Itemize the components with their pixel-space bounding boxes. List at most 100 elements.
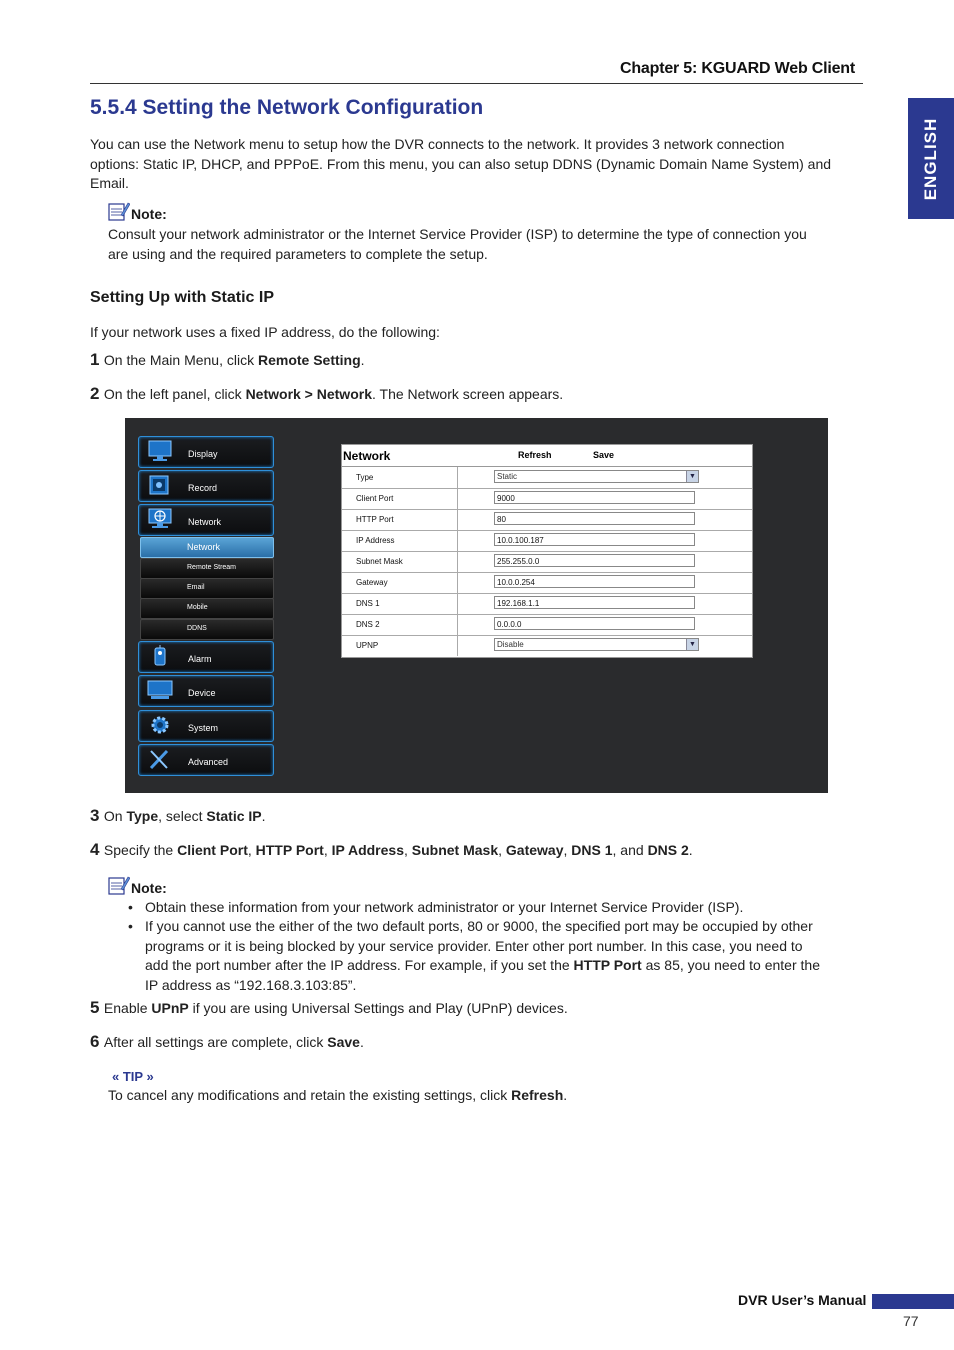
gateway-row: Gateway 10.0.0.254 [342, 572, 752, 594]
note-2-b2-line-3-post: as 85, you need to enter the [641, 957, 820, 973]
step-1-number: 1 [90, 350, 100, 369]
subheading: Setting Up with Static IP [90, 289, 275, 306]
subnet-mask-input[interactable]: 255.255.0.0 [494, 554, 695, 567]
step-4-client-port: Client Port [177, 842, 248, 858]
ip-address-label: IP Address [356, 536, 395, 545]
step-4-text: Specify the [103, 842, 178, 858]
client-port-input[interactable]: 9000 [494, 491, 695, 504]
step-4-dns1: DNS 1 [571, 842, 613, 858]
note-2-bullet-1-text: Obtain these information from your netwo… [145, 899, 744, 915]
step-4-sep: , [498, 842, 506, 858]
language-tab: ENGLISH [908, 98, 954, 219]
row-divider [457, 593, 458, 614]
tip-text-bold: Refresh [511, 1087, 564, 1103]
row-divider [457, 467, 458, 488]
step-2: 2 On the left panel, click Network > Net… [90, 384, 563, 404]
upnp-label: UPNP [356, 641, 379, 650]
http-port-label: HTTP Port [356, 515, 394, 524]
submenu-email-label: Email [187, 584, 205, 591]
submenu-remote-stream[interactable]: Remote Stream [140, 558, 274, 579]
upnp-select-value: Disable [497, 640, 524, 649]
intro-paragraph: You can use the Network menu to setup ho… [90, 135, 860, 194]
note-2-label: Note: [131, 880, 167, 896]
row-divider [457, 488, 458, 509]
step-5-text: Enable [103, 1000, 152, 1016]
http-port-input[interactable]: 80 [494, 512, 695, 525]
row-divider [457, 614, 458, 635]
step-4-end: . [688, 842, 693, 858]
bullet-icon: • [128, 899, 133, 915]
device-icon [147, 680, 173, 699]
gear-icon [151, 716, 169, 734]
monitor-icon [148, 440, 172, 461]
step-4-sep: , [404, 842, 412, 858]
row-divider [457, 509, 458, 530]
ip-address-input[interactable]: 10.0.100.187 [494, 533, 695, 546]
type-select[interactable]: Static ▼ [494, 470, 699, 483]
note-pad-icon [108, 876, 131, 895]
note-1-line-1: Consult your network administrator or th… [108, 226, 807, 242]
dns2-row: DNS 2 0.0.0.0 [342, 614, 752, 636]
note-2-b2-line-2: programs or it is being blocked by your … [145, 937, 803, 954]
footer-bar [872, 1294, 954, 1309]
menu-record-button[interactable]: Record [138, 470, 274, 502]
row-divider [457, 530, 458, 551]
gateway-label: Gateway [356, 578, 388, 587]
dns2-label: DNS 2 [356, 620, 380, 629]
step-3-end: . [261, 808, 266, 824]
tools-icon [149, 749, 169, 770]
menu-display-button[interactable]: Display [138, 436, 274, 468]
step-4-and: , and [612, 842, 648, 858]
submenu-remote-stream-label: Remote Stream [187, 564, 237, 571]
intro-line-2: options: Static IP, DHCP, and PPPoE. Fro… [90, 155, 832, 172]
page-number: 77 [903, 1313, 919, 1329]
gateway-input[interactable]: 10.0.0.254 [494, 575, 695, 588]
lead-text: If your network uses a fixed IP address,… [90, 324, 440, 340]
step-2-bold: Network > Network [245, 386, 372, 402]
menu-alarm-button[interactable]: Alarm [138, 641, 274, 673]
step-3-text: On [103, 808, 127, 824]
step-1: 1 On the Main Menu, click Remote Setting… [90, 350, 365, 370]
dns2-input[interactable]: 0.0.0.0 [494, 617, 695, 630]
note-1-body: Consult your network administrator or th… [108, 225, 868, 264]
submenu-network[interactable]: Network [140, 537, 274, 558]
refresh-button[interactable]: Refresh [518, 450, 552, 460]
network-form: Network Refresh Save Type Static ▼ Client… [341, 444, 753, 658]
step-3-bold-2: Static IP [206, 808, 262, 824]
menu-system-button[interactable]: System [138, 710, 274, 742]
menu-advanced-button[interactable]: Advanced [138, 744, 274, 776]
manual-footer: DVR User’s Manual [738, 1292, 867, 1308]
submenu-ddns-label: DDNS [187, 625, 207, 632]
step-1-text: On the Main Menu, click [103, 352, 258, 368]
client-port-label: Client Port [356, 494, 394, 503]
step-4-sep: , [247, 842, 256, 858]
step-2-end: . The Network screen appears. [372, 386, 564, 402]
note-2-bullet-2-body: If you cannot use the either of the two … [145, 917, 863, 995]
step-6-text: After all settings are complete, click [103, 1034, 328, 1050]
submenu-mobile[interactable]: Mobile [140, 598, 274, 619]
network-icon [148, 508, 172, 528]
upnp-select[interactable]: Disable ▼ [494, 638, 699, 651]
step-4-number: 4 [90, 840, 100, 859]
submenu-email[interactable]: Email [140, 578, 274, 599]
step-3-number: 3 [90, 806, 100, 825]
network-form-header: Network Refresh Save [342, 445, 752, 467]
step-3-mid: , select [158, 808, 207, 824]
menu-device-button[interactable]: Device [138, 675, 274, 707]
tip-text: To cancel any modifications and retain t… [108, 1086, 567, 1106]
tip-text-pre: To cancel any modifications and retain t… [108, 1087, 512, 1103]
note-2-b2-line-3-pre: add the port number after the IP address… [145, 957, 574, 973]
step-1-end: . [360, 352, 365, 368]
menu-device-label: Device [188, 688, 216, 698]
tip-label: « TIP » [112, 1069, 154, 1084]
step-4-gateway: Gateway [505, 842, 564, 858]
menu-network-button[interactable]: Network [138, 504, 274, 536]
step-4-http-port: HTTP Port [255, 842, 324, 858]
step-5-bold: UPnP [151, 1000, 189, 1016]
note-2-b2-line-1: If you cannot use the either of the two … [145, 918, 813, 934]
note-pad-icon [108, 202, 131, 221]
save-button[interactable]: Save [593, 450, 614, 460]
dns1-input[interactable]: 192.168.1.1 [494, 596, 695, 609]
submenu-ddns[interactable]: DDNS [140, 619, 274, 640]
record-icon [149, 475, 169, 495]
